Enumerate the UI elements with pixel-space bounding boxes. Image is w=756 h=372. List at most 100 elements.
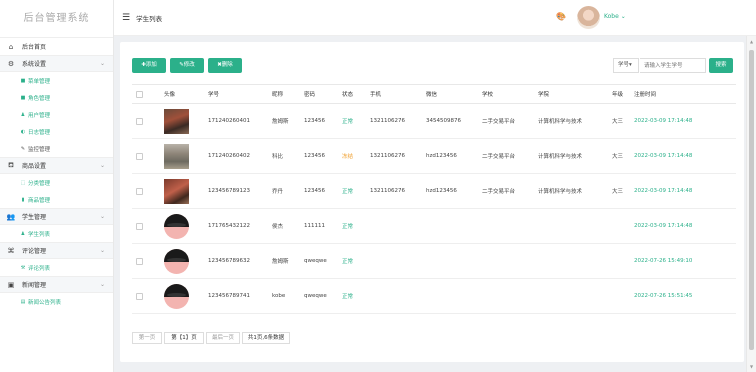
sidebar-group-students[interactable]: 👥 学生管理 ⌄ — [0, 208, 113, 225]
avatar-cell — [160, 208, 204, 244]
column-header: 昵称 — [268, 84, 300, 104]
app-logo: 后台管理系统 — [0, 0, 113, 38]
row-checkbox[interactable] — [136, 187, 143, 195]
password-cell: 123456 — [300, 138, 338, 174]
search-input[interactable] — [640, 58, 706, 73]
gear-icon: ⚙ — [7, 59, 15, 68]
hamburger-menu-icon[interactable]: ☰ — [122, 13, 130, 23]
search-button[interactable]: 搜索 — [709, 58, 733, 73]
last-page-button[interactable]: 最后一页 — [206, 332, 240, 344]
avatar-cell — [160, 138, 204, 174]
column-header: 微信 — [422, 84, 478, 104]
grade-cell — [608, 208, 630, 244]
row-checkbox[interactable] — [136, 152, 143, 160]
table-row[interactable]: 123456789741 kobe qweqwe 正常 2022-07-26 15:51… — [132, 278, 736, 314]
row-checkbox[interactable] — [136, 117, 143, 125]
status-cell: 冻结 — [338, 138, 366, 174]
vertical-scrollbar[interactable]: ▲ ▼ — [746, 36, 756, 372]
student-no-cell: 171240260401 — [204, 103, 268, 139]
school-cell — [478, 278, 534, 314]
scrollbar-thumb[interactable] — [749, 50, 754, 350]
grade-cell: 大三 — [608, 138, 630, 174]
sidebar-item-comment-list[interactable]: ⚒ 评论列表 — [0, 259, 113, 276]
row-select-cell[interactable] — [132, 173, 160, 209]
sidebar-group-label: 商品设置 — [22, 163, 47, 170]
chevron-down-icon: ⌄ — [99, 60, 105, 67]
row-checkbox[interactable] — [136, 257, 143, 265]
registered-time-cell: 2022-07-26 15:49:10 — [630, 243, 736, 279]
sidebar-item-goods-manage[interactable]: ▮ 商品管理 — [0, 191, 113, 208]
phone-cell — [366, 278, 422, 314]
status-cell: 正常 — [338, 243, 366, 279]
registered-time-cell: 2022-03-09 17:14:48 — [630, 138, 736, 174]
student-icon: ♟ — [20, 230, 26, 237]
first-page-button[interactable]: 第一页 — [132, 332, 162, 344]
table-row[interactable]: 171240260402 科比 123456 冻结 1321106276 hzd12345… — [132, 138, 736, 174]
column-header: 学号 — [204, 84, 268, 104]
sidebar-group-news[interactable]: ▣ 新闻管理 ⌄ — [0, 276, 113, 293]
nickname-cell: 詹姆斯 — [268, 243, 300, 279]
palette-icon[interactable]: 🎨 — [556, 12, 566, 21]
avatar-cell — [160, 278, 204, 314]
select-all-checkbox[interactable] — [136, 90, 143, 98]
school-cell: 二手交易平台 — [478, 103, 534, 139]
row-select-cell[interactable] — [132, 278, 160, 314]
sidebar-item-monitor-manage[interactable]: ✎ 监控管理 — [0, 140, 113, 157]
student-avatar — [164, 178, 189, 204]
sidebar-item-category-manage[interactable]: ⬚ 分类管理 — [0, 174, 113, 191]
table-row[interactable]: 171765432122 侯杰 111111 正常 2022-03-09 17:14:4… — [132, 208, 736, 244]
sidebar-item-home[interactable]: ⌂ 后台首页 — [0, 38, 113, 55]
table-row[interactable]: 171240260401 詹姆斯 123456 正常 1321106276 3454509… — [132, 103, 736, 139]
sidebar-item-user-manage[interactable]: ♟ 用户管理 — [0, 106, 113, 123]
grade-cell — [608, 278, 630, 314]
table-row[interactable]: 123456789123 乔丹 123456 正常 1321106276 hzd12345… — [132, 173, 736, 209]
row-checkbox[interactable] — [136, 292, 143, 300]
wechat-cell: 3454509876 — [422, 103, 478, 139]
menu-icon: ■ — [20, 77, 26, 84]
news-icon: ▣ — [7, 280, 15, 289]
row-select-cell[interactable] — [132, 103, 160, 139]
student-avatar — [164, 143, 189, 169]
chevron-down-icon: ⌄ — [99, 247, 105, 254]
scroll-up-icon[interactable]: ▲ — [750, 39, 753, 44]
sidebar-item-student-list[interactable]: ♟ 学生列表 — [0, 225, 113, 242]
password-cell: 111111 — [300, 208, 338, 244]
delete-button[interactable]: ✖删除 — [208, 58, 242, 73]
chevron-down-icon: ⌄ — [99, 162, 105, 169]
search-field-select[interactable]: 学号▾ — [613, 58, 639, 73]
sidebar-item-role-manage[interactable]: ■ 角色管理 — [0, 89, 113, 106]
goods-icon: ▮ — [21, 196, 25, 203]
sidebar-group-system[interactable]: ⚙ 系统设置 ⌄ — [0, 55, 113, 72]
user-menu[interactable]: Kobe ⌄ — [604, 13, 626, 20]
add-button[interactable]: ✚添加 — [132, 58, 166, 73]
edit-button[interactable]: ✎修改 — [170, 58, 204, 73]
password-cell: qweqwe — [300, 278, 338, 314]
news-list-icon: ▤ — [20, 298, 26, 305]
column-header: 手机 — [366, 84, 422, 104]
command-icon: ⌘ — [7, 246, 15, 255]
home-icon: ⌂ — [8, 42, 14, 51]
column-header: 年级 — [608, 84, 630, 104]
add-button-label: 添加 — [145, 62, 157, 68]
sidebar-item-label: 评论列表 — [28, 265, 51, 272]
avatar[interactable] — [577, 6, 600, 29]
select-all-cell[interactable] — [132, 84, 160, 104]
search-field-value: 学号 — [618, 62, 630, 68]
student-avatar — [164, 108, 189, 134]
sidebar-group-comments[interactable]: ⌘ 评论管理 ⌄ — [0, 242, 113, 259]
row-select-cell[interactable] — [132, 243, 160, 279]
sidebar-item-menu-manage[interactable]: ■ 菜单管理 — [0, 72, 113, 89]
pagination-summary: 共1页,6条数据 — [242, 332, 290, 344]
table-row[interactable]: 123456789632 詹姆斯 qweqwe 正常 2022-07-26 15:49:… — [132, 243, 736, 279]
avatar-cell — [160, 103, 204, 139]
student-no-cell: 171240260402 — [204, 138, 268, 174]
sidebar-item-news-list[interactable]: ▤ 新闻公告列表 — [0, 293, 113, 310]
phone-cell: 1321106276 — [366, 138, 422, 174]
sidebar-group-goods[interactable]: ⛾ 商品设置 ⌄ — [0, 157, 113, 174]
row-checkbox[interactable] — [136, 222, 143, 230]
sidebar-item-log-manage[interactable]: ◐ 日志管理 — [0, 123, 113, 140]
scroll-down-icon[interactable]: ▼ — [750, 364, 753, 369]
chevron-down-icon: ⌄ — [99, 213, 105, 220]
row-select-cell[interactable] — [132, 208, 160, 244]
row-select-cell[interactable] — [132, 138, 160, 174]
